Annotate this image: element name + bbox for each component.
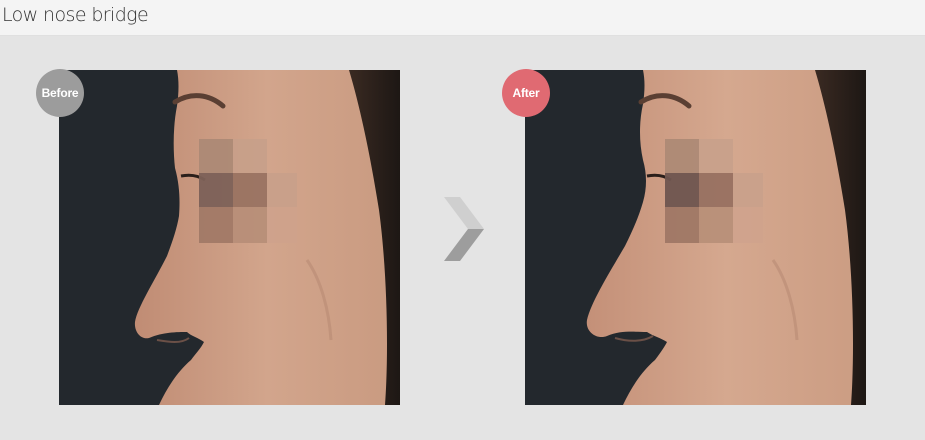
after-badge: After bbox=[502, 69, 550, 117]
after-profile-image bbox=[525, 70, 866, 405]
before-badge: Before bbox=[36, 69, 84, 117]
after-photo bbox=[525, 70, 866, 405]
header-bar: Low nose bridge bbox=[0, 0, 925, 36]
chevron-right-icon bbox=[438, 195, 488, 265]
page-title: Low nose bridge bbox=[2, 4, 149, 26]
before-profile-image bbox=[59, 70, 400, 405]
before-photo bbox=[59, 70, 400, 405]
